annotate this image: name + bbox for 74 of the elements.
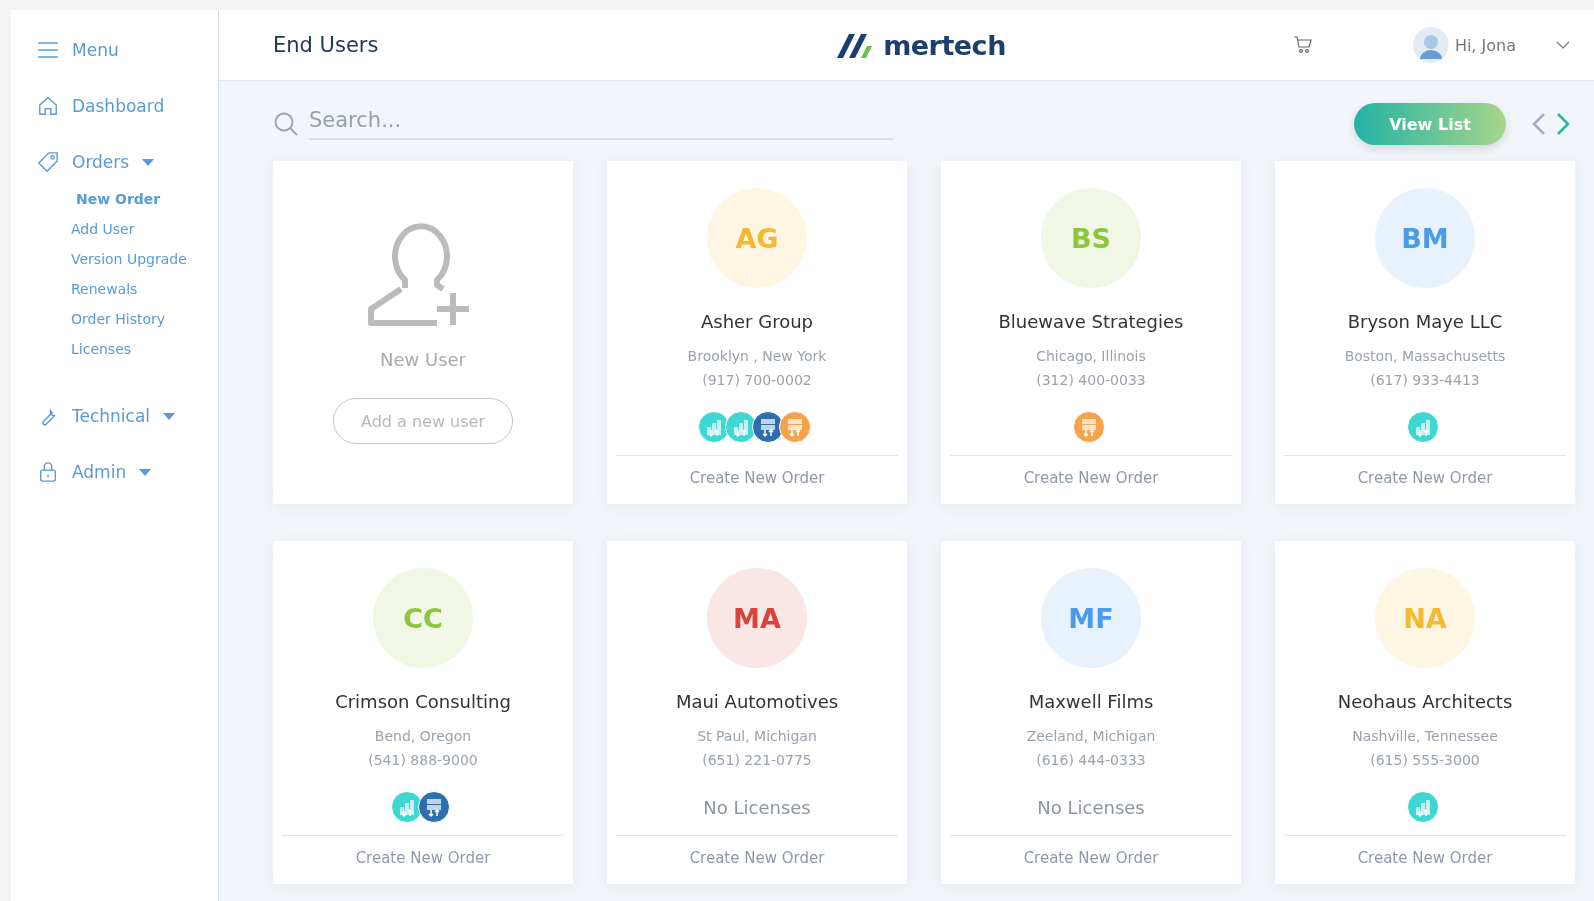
tag-icon	[37, 151, 59, 173]
company-phone: (616) 444-0333	[1036, 751, 1146, 770]
create-order-link[interactable]: Create New Order	[616, 455, 898, 504]
create-order-link[interactable]: Create New Order	[282, 835, 564, 884]
server-badge-icon	[1072, 411, 1105, 443]
bar-chart-badge-icon	[1406, 411, 1439, 443]
nav-item[interactable]: Technical	[72, 406, 151, 426]
initials-avatar: MF	[1041, 568, 1141, 668]
company-name: Maxwell Films	[1028, 691, 1154, 712]
nav-item[interactable]: Orders	[72, 152, 130, 172]
nav-item[interactable]: Dashboard	[72, 96, 165, 116]
server-badge-icon	[779, 411, 811, 443]
submenu-item[interactable]: Licenses	[71, 334, 218, 364]
company-phone: (312) 400-0033	[1036, 371, 1146, 390]
search-icon	[273, 111, 299, 137]
company-location: Chicago, Illinois	[1036, 347, 1146, 366]
bar-chart-badge-icon	[698, 411, 730, 443]
initials-avatar: MA	[707, 568, 807, 668]
menu-label: Menu	[72, 40, 119, 60]
initials-avatar: BM	[1375, 188, 1475, 288]
company-phone: (615) 555-3000	[1370, 751, 1480, 770]
chevron-right-icon[interactable]	[1556, 112, 1570, 136]
company-location: Boston, Massachusetts	[1344, 347, 1506, 366]
nav-item[interactable]: Admin	[72, 462, 127, 482]
bar-chart-badge-icon	[391, 791, 423, 823]
initials-avatar: AG	[707, 188, 807, 288]
chevron-down-icon[interactable]	[1556, 41, 1570, 49]
no-licenses-text: No Licenses	[703, 796, 811, 818]
company-location: Brooklyn , New York	[687, 347, 827, 366]
company-phone: (617) 933-4413	[1370, 371, 1480, 390]
submenu-item[interactable]: New Order	[71, 184, 218, 214]
company-phone: (917) 700-0002	[702, 371, 812, 390]
company-name: Asher Group	[700, 311, 814, 332]
company-name: Bluewave Strategies	[998, 311, 1184, 332]
company-location: Bend, Oregon	[374, 727, 472, 746]
page-title: End Users	[273, 33, 380, 57]
company-phone: (651) 221-0775	[702, 751, 812, 770]
create-order-link[interactable]: Create New Order	[950, 455, 1232, 504]
card-title: New User	[380, 349, 466, 370]
server-badge-icon	[418, 791, 450, 823]
submenu-item[interactable]: Renewals	[71, 274, 218, 304]
company-name: Bryson Maye LLC	[1347, 311, 1503, 332]
add-user-button[interactable]: Add a new user	[333, 398, 513, 444]
submenu-item[interactable]: Version Upgrade	[71, 244, 218, 274]
company-name: Maui Automotives	[675, 691, 839, 712]
company-name: Neohaus Architects	[1337, 691, 1513, 712]
view-list-button[interactable]: View List	[1354, 103, 1506, 145]
initials-avatar: NA	[1375, 568, 1475, 668]
bar-chart-badge-icon	[725, 411, 757, 443]
submenu-item[interactable]: Add User	[71, 214, 218, 244]
server-badge-icon	[752, 411, 784, 443]
menu-icon[interactable]	[37, 41, 59, 59]
avatar-icon[interactable]	[1412, 27, 1449, 63]
initials-avatar: BS	[1041, 188, 1141, 288]
no-licenses-text: No Licenses	[1037, 796, 1145, 818]
company-name: Crimson Consulting	[335, 691, 511, 712]
home-icon	[37, 95, 59, 117]
initials-avatar: CC	[373, 568, 473, 668]
cart-icon[interactable]	[1292, 36, 1313, 54]
chevron-left-icon[interactable]	[1532, 112, 1546, 136]
create-order-link[interactable]: Create New Order	[1284, 455, 1566, 504]
submenu-item[interactable]: Order History	[71, 304, 218, 334]
create-order-link[interactable]: Create New Order	[616, 835, 898, 884]
bar-chart-badge-icon	[1406, 791, 1439, 823]
lock-icon	[37, 461, 59, 483]
create-order-link[interactable]: Create New Order	[1284, 835, 1566, 884]
search-field[interactable]: Search...	[309, 108, 893, 140]
company-location: St Paul, Michigan	[697, 727, 817, 746]
company-location: Zeeland, Michigan	[1026, 727, 1156, 746]
user-greeting[interactable]: Hi, Jona	[1454, 35, 1516, 55]
company-location: Nashville, Tennessee	[1352, 727, 1498, 746]
company-phone: (541) 888-9000	[368, 751, 478, 770]
logo-text: mertech	[883, 29, 1006, 61]
create-order-link[interactable]: Create New Order	[950, 835, 1232, 884]
